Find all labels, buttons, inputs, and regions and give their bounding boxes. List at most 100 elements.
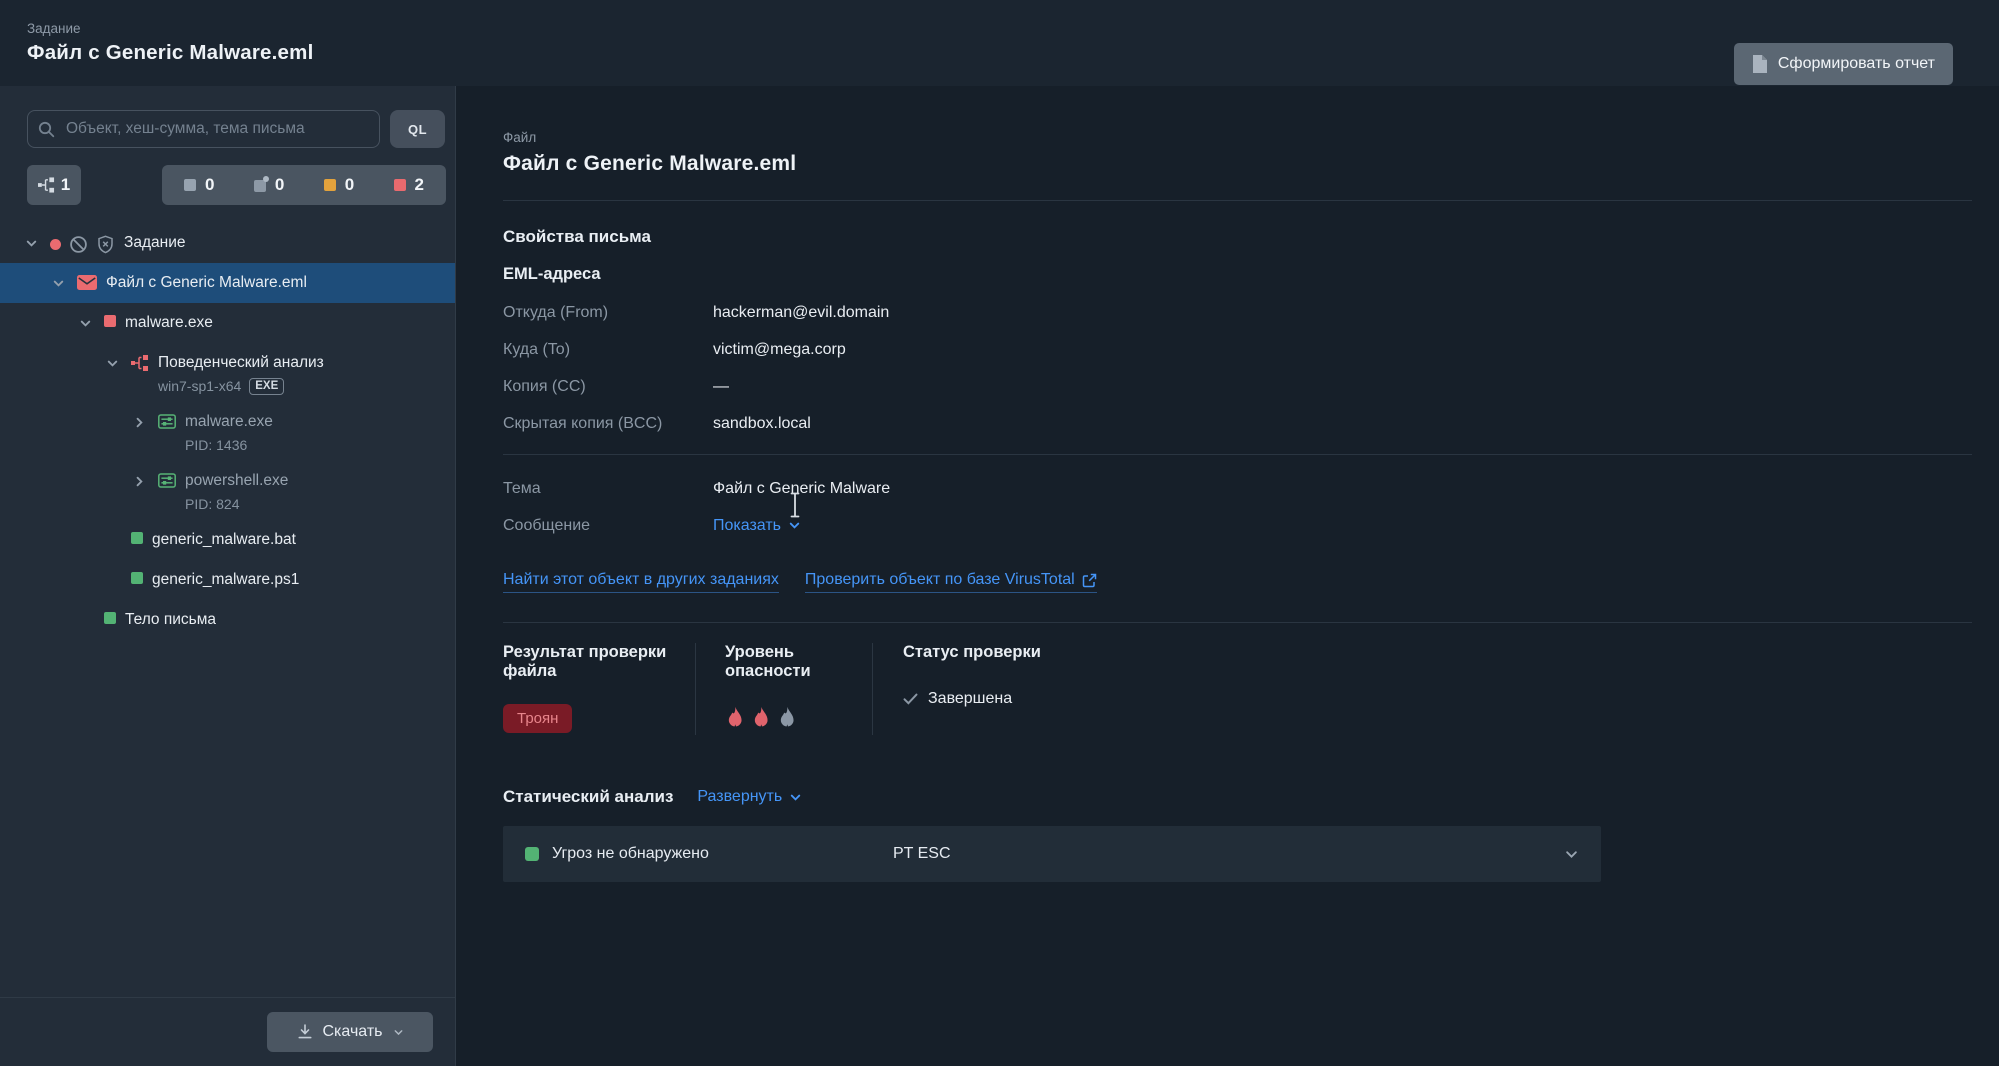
red-square-icon: [104, 315, 116, 327]
ban-icon: [69, 235, 88, 254]
check-icon: [903, 693, 918, 705]
flame-icon-red: [725, 706, 746, 731]
danger-level-heading: Уровень опасности: [725, 643, 811, 680]
task-kicker: Задание: [27, 21, 81, 36]
chevron-down-icon[interactable]: [1564, 847, 1579, 862]
tree-item-label: Поведенческий анализ: [158, 354, 324, 371]
envelope-icon: [77, 275, 97, 290]
subject-label: Тема: [503, 479, 541, 497]
field-value: sandbox.local: [713, 414, 811, 432]
field-label: Скрытая копия (BCC): [503, 414, 663, 432]
file-title: Файл с Generic Malware.eml: [503, 152, 797, 175]
message-label: Сообщение: [503, 516, 591, 534]
download-button[interactable]: Скачать: [267, 1012, 433, 1052]
divider: [503, 454, 1972, 455]
virustotal-label: Проверить объект по базе VirusTotal: [804, 571, 1075, 588]
tree-item-7[interactable]: generic_malware.ps1: [0, 560, 455, 600]
counter-orange-square[interactable]: 0: [323, 175, 355, 195]
orange-square-icon: [323, 179, 336, 191]
process-icon: [158, 414, 176, 429]
virustotal-link[interactable]: Проверить объект по базе VirusTotal: [804, 571, 1097, 593]
tree-item-4[interactable]: malware.exe PID: 1436: [0, 402, 455, 461]
field-value: victim@mega.corp: [713, 340, 846, 358]
tree-item-8[interactable]: Тело письма: [0, 600, 455, 640]
tree-item-5[interactable]: powershell.exe PID: 824: [0, 461, 455, 520]
tree-item-6[interactable]: generic_malware.bat: [0, 520, 455, 560]
top-header: Задание Файл с Generic Malware.eml Сформ…: [0, 0, 1999, 86]
eml-fields: Откуда (From) hackerman@evil.domain Куда …: [503, 294, 1972, 442]
tree-item-sub: win7-sp1-x64 EXE: [158, 376, 324, 402]
eml-field-row: Куда (To) victim@mega.corp: [503, 331, 1972, 368]
subject-value: Файл с Generic Malware: [713, 479, 891, 497]
document-icon: [1752, 54, 1768, 74]
generate-report-label: Сформировать отчет: [1777, 55, 1935, 72]
search-icon: [38, 121, 55, 138]
chevron-down-icon[interactable]: [50, 277, 77, 290]
counter-gray-square[interactable]: 0: [184, 175, 214, 195]
tree-item-0[interactable]: Задание: [0, 223, 455, 263]
counter-value: 2: [414, 175, 424, 194]
tree-item-label: malware.exe: [185, 413, 273, 430]
gray-square-icon: [184, 179, 196, 191]
chevron-down-icon[interactable]: [23, 237, 50, 250]
behavioral-icon: [37, 177, 55, 193]
file-kicker: Файл: [503, 130, 537, 145]
sidebar-footer: Скачать: [0, 997, 455, 1066]
main-panel: Файл Файл с Generic Malware.eml Свойства…: [457, 86, 1999, 1066]
show-message-label: Показать: [713, 516, 782, 534]
behavioral-icon: [131, 355, 149, 371]
behavioral-counter-value: 1: [60, 175, 71, 194]
verdict-badge: Троян: [503, 703, 573, 733]
generate-report-button[interactable]: Сформировать отчет: [1733, 43, 1953, 85]
tree-item-2[interactable]: malware.exe: [0, 303, 455, 343]
eml-field-row: Откуда (From) hackerman@evil.domain: [503, 294, 1972, 331]
tree-item-label: powershell.exe: [185, 472, 289, 489]
tree-item-label: Файл с Generic Malware.eml: [106, 274, 307, 291]
static-analysis-heading: Статический анализ: [503, 787, 674, 806]
object-tree: Задание Файл с Generic Malware.eml malware…: [0, 223, 455, 997]
field-label: Откуда (From): [503, 303, 609, 321]
tree-item-label: malware.exe: [125, 314, 213, 331]
tree-item-label: Тело письма: [125, 611, 217, 628]
flame-icon-red: [751, 706, 772, 731]
check-status-value: Завершена: [928, 690, 1013, 707]
show-message-link[interactable]: Показать: [713, 517, 801, 535]
behavioral-counter-button[interactable]: 1: [27, 165, 81, 205]
ql-button[interactable]: QL: [390, 110, 445, 148]
green-square-icon: [131, 532, 143, 544]
tree-item-3[interactable]: Поведенческий анализ win7-sp1-x64 EXE: [0, 343, 455, 402]
chevron-right-icon[interactable]: [131, 416, 158, 429]
gray-square-dot-icon: [253, 176, 269, 192]
external-link-icon: [1082, 573, 1097, 588]
chevron-down-icon[interactable]: [77, 317, 104, 330]
red-dot-icon: [50, 239, 61, 250]
eml-field-row: Скрытая копия (BCC) sandbox.local: [503, 405, 1972, 442]
eml-addresses-heading: EML-адреса: [503, 265, 601, 283]
counter-red-square[interactable]: 2: [393, 175, 424, 195]
verdict-counters: 0 0 0 2: [162, 165, 446, 205]
chevron-right-icon[interactable]: [131, 475, 158, 488]
static-row-label: Угроз не обнаружено: [552, 845, 709, 862]
search-input[interactable]: [27, 110, 380, 148]
subject-row: Тема Файл с Generic Malware: [503, 470, 1972, 507]
find-in-other-tasks-link[interactable]: Найти этот объект в других заданиях: [503, 571, 779, 593]
mail-properties-heading: Свойства письма: [503, 227, 651, 246]
tree-item-sub: PID: 1436: [185, 437, 248, 453]
process-icon: [158, 473, 176, 488]
counter-gray-square-dot[interactable]: 0: [253, 175, 284, 195]
chevron-down-icon[interactable]: [104, 357, 131, 370]
expand-static-link[interactable]: Развернуть: [697, 788, 802, 806]
field-label: Куда (To): [503, 340, 571, 358]
verdict-section: Результат проверки файла Троян Уровень о…: [503, 623, 1972, 735]
download-label: Скачать: [322, 1023, 383, 1040]
field-value: —: [713, 377, 729, 395]
divider: [503, 200, 1972, 201]
tree-item-1[interactable]: Файл с Generic Malware.eml: [0, 263, 455, 303]
danger-flames: [725, 706, 798, 731]
shield-x-icon: [96, 235, 115, 254]
search-row: QL: [27, 110, 445, 148]
download-icon: [297, 1024, 313, 1040]
counter-value: 0: [344, 175, 355, 194]
static-analysis-row[interactable]: Угроз не обнаружено PT ESC: [503, 826, 1601, 882]
task-title: Файл с Generic Malware.eml: [27, 41, 314, 64]
